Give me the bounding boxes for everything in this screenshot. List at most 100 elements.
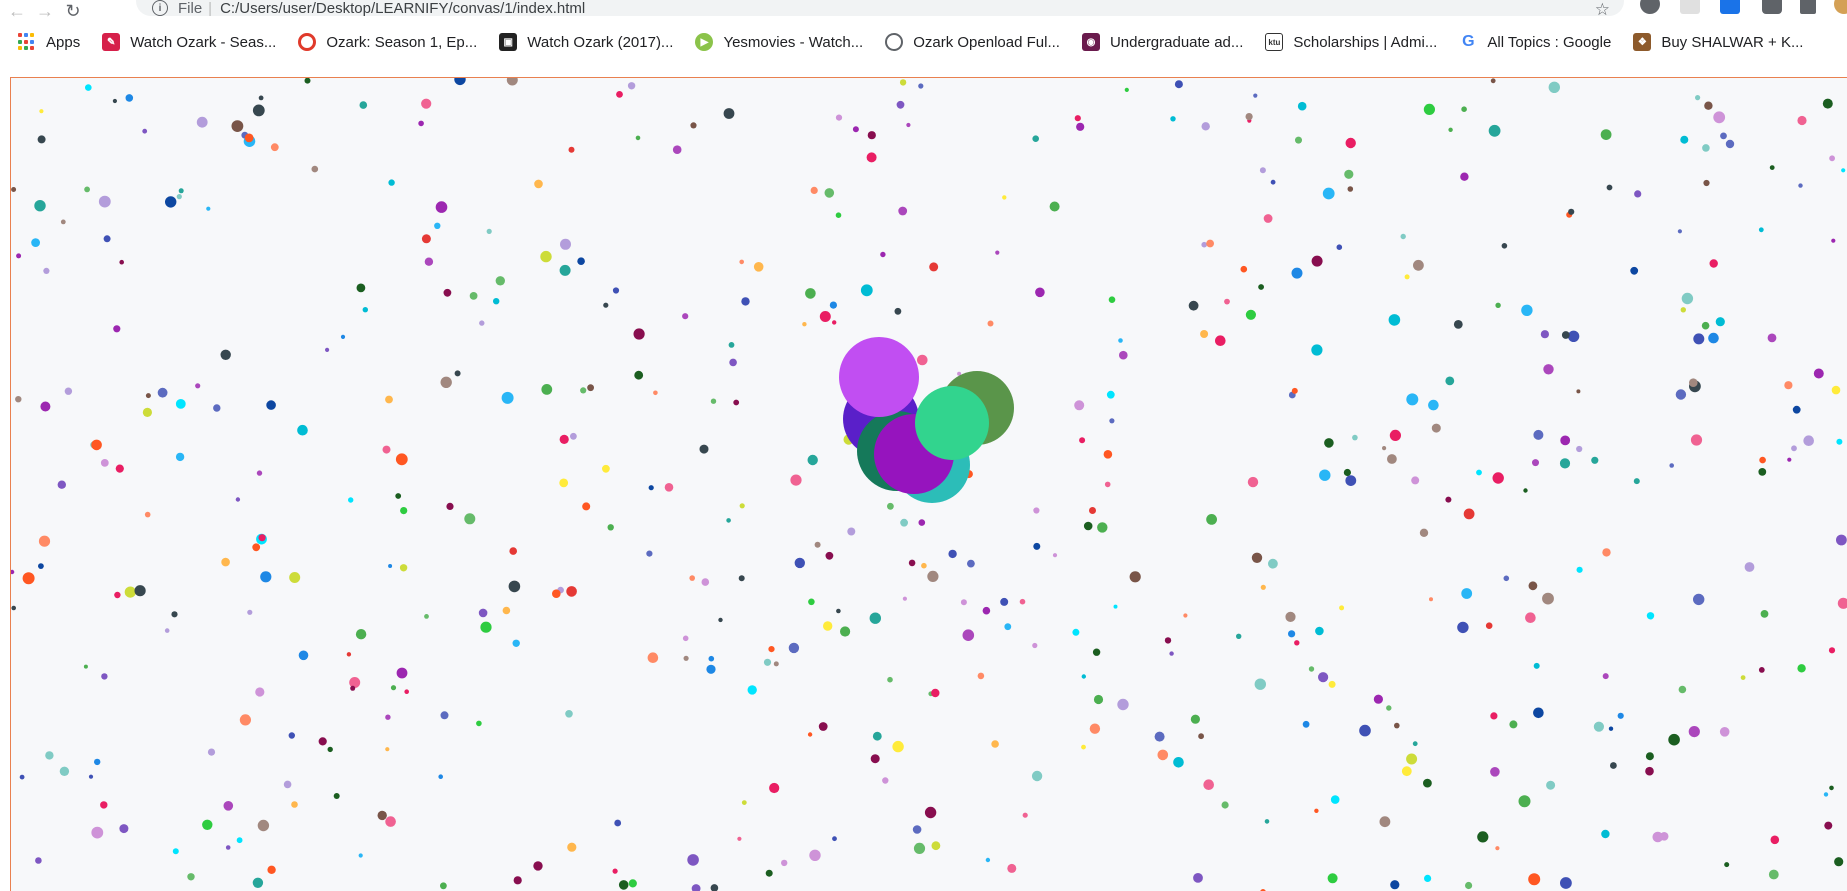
small-circle [1709, 259, 1718, 268]
small-circle [1693, 333, 1705, 345]
small-circle [1841, 168, 1846, 173]
small-circle [899, 79, 907, 86]
small-circle [1002, 195, 1007, 200]
bookmark-label: Watch Ozark (2017)... [527, 33, 674, 51]
bookmark-item[interactable]: ▶ Yesmovies - Watch... [695, 33, 863, 51]
bookmark-star-icon[interactable]: ☆ [1595, 0, 1610, 20]
small-circle [819, 311, 831, 322]
small-circle [1428, 399, 1439, 411]
small-circle [1288, 630, 1296, 638]
small-circle [1448, 127, 1453, 132]
small-circle [100, 801, 108, 809]
bookmark-item[interactable]: ✎ Watch Ozark - Seas... [102, 33, 276, 51]
address-url[interactable]: C:/Users/user/Desktop/LEARNIFY/convas/1/… [220, 0, 585, 17]
small-circle [1072, 628, 1080, 636]
small-circle [708, 655, 715, 662]
small-circle [479, 320, 485, 326]
small-circle [728, 342, 735, 348]
small-circle [1170, 116, 1176, 122]
google-icon: G [1459, 33, 1478, 51]
small-circle [768, 646, 775, 653]
bookmark-apps[interactable]: Apps [18, 33, 80, 51]
small-circle [124, 586, 136, 598]
canvas-stage[interactable] [10, 77, 1847, 891]
small-circle [221, 557, 230, 567]
small-circle [741, 297, 750, 306]
small-circle [206, 206, 211, 211]
small-circle [1389, 429, 1401, 441]
small-circle [57, 480, 66, 489]
small-circle [664, 483, 674, 492]
small-circle [1576, 389, 1581, 394]
extension-icon-1[interactable] [1640, 0, 1660, 14]
small-circle [929, 262, 939, 272]
small-circle [220, 349, 231, 360]
small-circle [1593, 721, 1604, 732]
small-circle [808, 598, 815, 606]
browser-toolbar: ← → ↻ i File | C:/Users/user/Desktop/LEA… [0, 0, 1847, 22]
small-circle [729, 358, 737, 367]
bookmark-item[interactable]: ▣ Watch Ozark (2017)... [499, 33, 673, 51]
small-circle [1092, 648, 1101, 656]
small-circle [931, 841, 941, 851]
small-circle [85, 84, 92, 91]
info-icon[interactable]: i [152, 0, 168, 16]
small-circle [60, 219, 66, 225]
small-circle [1032, 642, 1038, 649]
small-circle [256, 470, 263, 476]
small-circle [1318, 672, 1329, 683]
small-circle [440, 711, 449, 720]
bookmark-item[interactable]: ◉ Undergraduate ad... [1081, 33, 1243, 51]
address-bar[interactable]: i File | C:/Users/user/Desktop/LEARNIFY/… [136, 0, 1624, 19]
small-circle [164, 628, 170, 633]
small-circle [560, 238, 571, 250]
small-circle [1695, 95, 1701, 101]
small-circle [1285, 611, 1296, 623]
small-circle [1033, 507, 1040, 514]
small-circle [267, 865, 276, 874]
small-circle [995, 250, 1000, 255]
small-circle [134, 585, 146, 597]
reading-list-icon[interactable] [1800, 0, 1816, 14]
back-icon[interactable]: ← [6, 0, 28, 22]
small-circle [763, 658, 772, 666]
small-circle [1831, 238, 1836, 243]
small-circle [1263, 214, 1273, 223]
small-circle [1247, 476, 1259, 488]
small-circle [690, 122, 697, 129]
small-circle [1108, 296, 1116, 303]
small-circle [1659, 832, 1669, 841]
small-circle [40, 401, 51, 412]
small-circle [175, 452, 185, 462]
small-circle [1382, 446, 1387, 451]
small-circle [818, 722, 828, 731]
extensions-puzzle-icon[interactable] [1762, 0, 1782, 14]
bookmark-item[interactable]: G All Topics : Google [1459, 33, 1611, 51]
circles-canvas[interactable] [11, 78, 1847, 891]
small-circle [627, 82, 636, 90]
small-circle [814, 541, 821, 548]
bookmark-item[interactable]: Ozark: Season 1, Ep... [298, 33, 477, 51]
small-circle [1767, 333, 1777, 343]
bookmark-item[interactable]: ktu Scholarships | Admi... [1265, 33, 1437, 51]
small-circle [258, 95, 264, 101]
small-circle [493, 298, 500, 305]
reload-icon[interactable]: ↻ [62, 0, 84, 22]
small-circle [733, 399, 740, 406]
forward-icon[interactable]: → [34, 0, 56, 22]
small-circle [1268, 558, 1278, 569]
small-circle [1200, 330, 1209, 338]
small-circle [829, 301, 838, 309]
small-circle [1798, 183, 1803, 188]
small-circle [235, 497, 241, 502]
small-circle [11, 569, 15, 575]
small-circle [1758, 468, 1767, 476]
bookmark-item[interactable]: ❖ Buy SHALWAR + K... [1633, 33, 1803, 51]
small-circle [1319, 469, 1331, 481]
extension-icon-2[interactable] [1680, 0, 1700, 14]
small-circle [982, 606, 991, 615]
bookmark-item[interactable]: Ozark Openload Ful... [885, 33, 1060, 51]
profile-avatar[interactable] [1834, 0, 1847, 14]
extension-icon-3[interactable] [1720, 0, 1740, 14]
small-circle [1193, 873, 1203, 883]
